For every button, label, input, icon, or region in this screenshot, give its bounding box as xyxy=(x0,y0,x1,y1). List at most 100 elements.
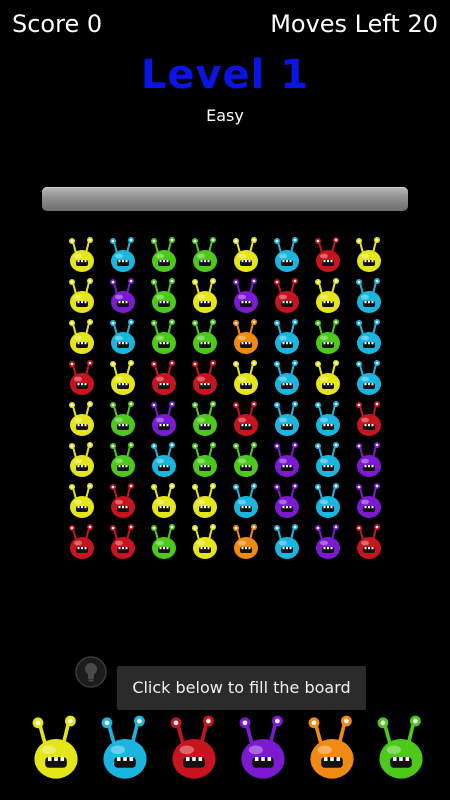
board-cell-yellow[interactable] xyxy=(226,358,266,398)
board-cell-yellow[interactable] xyxy=(226,235,266,275)
board-cell-cyan[interactable] xyxy=(308,399,348,439)
board-cell-yellow[interactable] xyxy=(62,399,102,439)
yellow-creature-icon xyxy=(192,524,217,559)
purple-creature-icon xyxy=(239,715,285,779)
yellow-creature-icon xyxy=(69,401,94,436)
palette-cyan-button[interactable] xyxy=(89,708,161,798)
yellow-creature-icon xyxy=(315,360,340,395)
board-cell-cyan[interactable] xyxy=(349,358,389,398)
board-cell-yellow[interactable] xyxy=(185,481,225,521)
cyan-creature-icon xyxy=(356,319,381,354)
board-cell-red[interactable] xyxy=(349,522,389,562)
red-creature-icon xyxy=(192,360,217,395)
yellow-creature-icon xyxy=(69,442,94,477)
board-cell-yellow[interactable] xyxy=(185,276,225,316)
board-cell-yellow[interactable] xyxy=(185,522,225,562)
yellow-creature-icon xyxy=(69,278,94,313)
board-cell-green[interactable] xyxy=(144,276,184,316)
board-cell-cyan[interactable] xyxy=(103,235,143,275)
yellow-creature-icon xyxy=(192,483,217,518)
cyan-creature-icon xyxy=(274,360,299,395)
board-cell-orange[interactable] xyxy=(226,317,266,357)
board-cell-purple[interactable] xyxy=(267,481,307,521)
board-cell-red[interactable] xyxy=(103,522,143,562)
palette-purple-button[interactable] xyxy=(227,708,299,798)
board-cell-red[interactable] xyxy=(62,358,102,398)
green-creature-icon xyxy=(151,319,176,354)
board-cell-cyan[interactable] xyxy=(267,317,307,357)
board-cell-yellow[interactable] xyxy=(62,276,102,316)
red-creature-icon xyxy=(69,360,94,395)
cyan-creature-icon xyxy=(274,401,299,436)
palette-green-button[interactable] xyxy=(365,708,437,798)
board-cell-purple[interactable] xyxy=(349,440,389,480)
board-cell-green[interactable] xyxy=(144,317,184,357)
board-cell-cyan[interactable] xyxy=(267,358,307,398)
green-creature-icon xyxy=(192,401,217,436)
board-cell-yellow[interactable] xyxy=(62,317,102,357)
palette-yellow-button[interactable] xyxy=(20,708,92,798)
board-cell-red[interactable] xyxy=(267,276,307,316)
red-creature-icon xyxy=(69,524,94,559)
board-cell-yellow[interactable] xyxy=(103,358,143,398)
red-creature-icon xyxy=(274,278,299,313)
cyan-creature-icon xyxy=(315,442,340,477)
board-cell-cyan[interactable] xyxy=(144,440,184,480)
cyan-creature-icon xyxy=(151,442,176,477)
board-cell-red[interactable] xyxy=(349,399,389,439)
board-cell-cyan[interactable] xyxy=(349,317,389,357)
board-cell-purple[interactable] xyxy=(103,276,143,316)
board-cell-cyan[interactable] xyxy=(226,481,266,521)
board-cell-yellow[interactable] xyxy=(144,481,184,521)
green-creature-icon xyxy=(151,524,176,559)
orange-creature-icon xyxy=(233,319,258,354)
board-cell-yellow[interactable] xyxy=(308,276,348,316)
board-cell-yellow[interactable] xyxy=(349,235,389,275)
green-creature-icon xyxy=(110,442,135,477)
board-cell-yellow[interactable] xyxy=(62,235,102,275)
board-cell-cyan[interactable] xyxy=(267,522,307,562)
board-cell-green[interactable] xyxy=(144,235,184,275)
board-cell-cyan[interactable] xyxy=(349,276,389,316)
cyan-creature-icon xyxy=(274,524,299,559)
palette-orange-button[interactable] xyxy=(296,708,368,798)
board-cell-red[interactable] xyxy=(226,399,266,439)
board-cell-red[interactable] xyxy=(103,481,143,521)
board-cell-purple[interactable] xyxy=(349,481,389,521)
palette-red-button[interactable] xyxy=(158,708,230,798)
board-cell-red[interactable] xyxy=(62,522,102,562)
yellow-creature-icon xyxy=(151,483,176,518)
board-cell-yellow[interactable] xyxy=(308,358,348,398)
board-cell-purple[interactable] xyxy=(144,399,184,439)
board-cell-purple[interactable] xyxy=(308,522,348,562)
board-cell-cyan[interactable] xyxy=(308,481,348,521)
board-cell-green[interactable] xyxy=(185,235,225,275)
lightbulb-icon[interactable] xyxy=(75,656,107,688)
board-cell-red[interactable] xyxy=(144,358,184,398)
board-cell-cyan[interactable] xyxy=(267,399,307,439)
board-cell-orange[interactable] xyxy=(226,522,266,562)
board-cell-cyan[interactable] xyxy=(103,317,143,357)
yellow-creature-icon xyxy=(192,278,217,313)
board-cell-cyan[interactable] xyxy=(267,235,307,275)
board-cell-green[interactable] xyxy=(226,440,266,480)
board-cell-green[interactable] xyxy=(308,317,348,357)
board-cell-green[interactable] xyxy=(185,440,225,480)
board-cell-green[interactable] xyxy=(185,317,225,357)
board-cell-green[interactable] xyxy=(185,399,225,439)
cyan-creature-icon xyxy=(356,278,381,313)
board-cell-yellow[interactable] xyxy=(62,440,102,480)
purple-creature-icon xyxy=(274,483,299,518)
board-cell-green[interactable] xyxy=(103,440,143,480)
board-cell-red[interactable] xyxy=(185,358,225,398)
board-cell-purple[interactable] xyxy=(267,440,307,480)
board-cell-green[interactable] xyxy=(103,399,143,439)
yellow-creature-icon xyxy=(69,319,94,354)
cyan-creature-icon xyxy=(110,319,135,354)
board-cell-purple[interactable] xyxy=(226,276,266,316)
board-cell-yellow[interactable] xyxy=(62,481,102,521)
yellow-creature-icon xyxy=(233,360,258,395)
board-cell-red[interactable] xyxy=(308,235,348,275)
board-cell-cyan[interactable] xyxy=(308,440,348,480)
board-cell-green[interactable] xyxy=(144,522,184,562)
